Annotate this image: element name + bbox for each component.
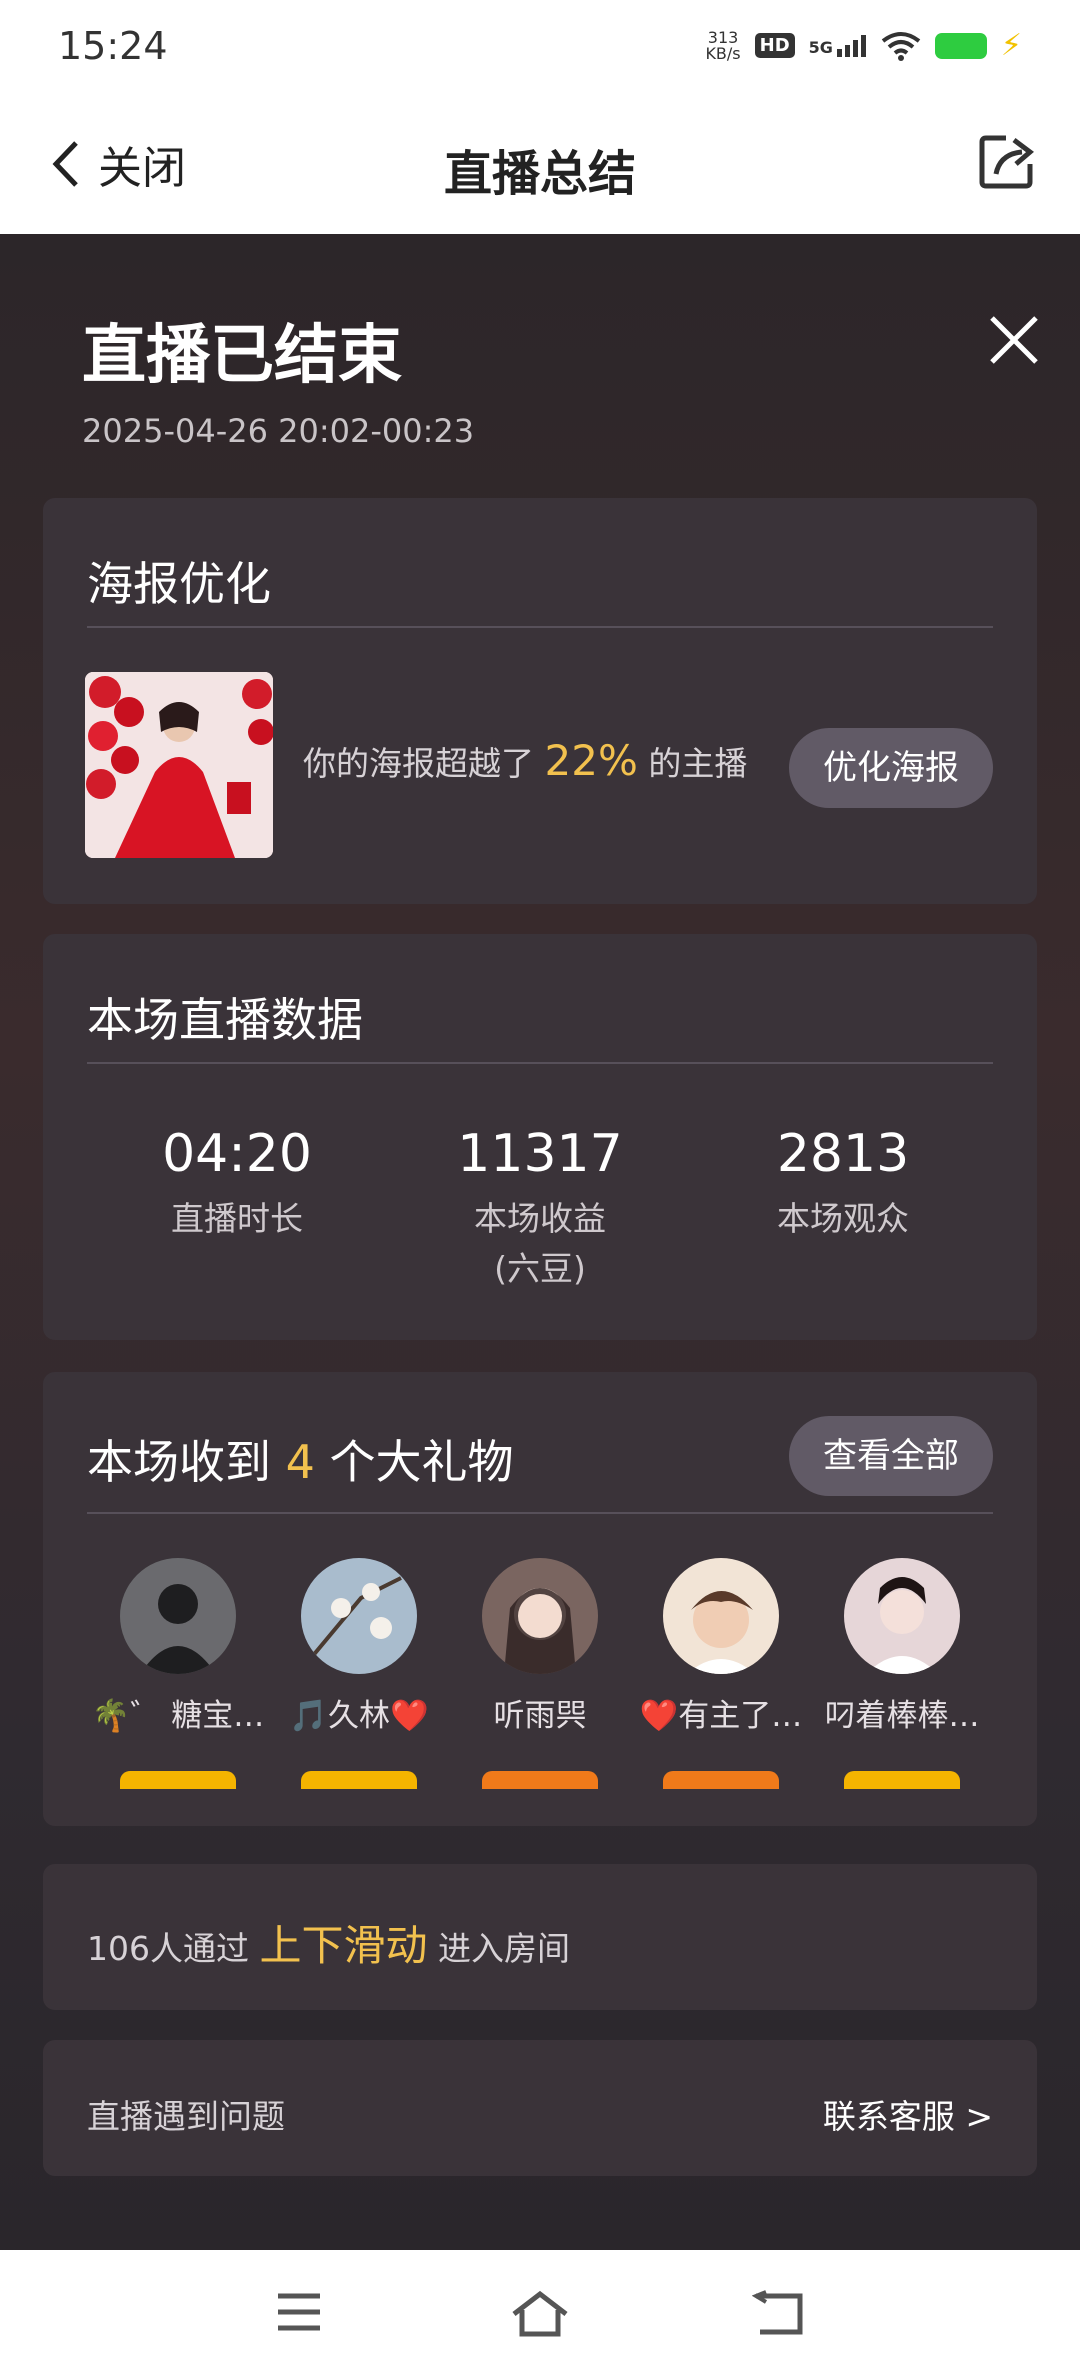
poster-image <box>85 672 273 858</box>
gift-user[interactable]: 🎵久林❤️ <box>269 1558 449 1789</box>
gift-user[interactable]: 叼着棒棒… <box>812 1558 992 1789</box>
divider <box>87 1512 993 1514</box>
level-badge <box>482 1771 598 1789</box>
stat-duration: 04:20 直播时长 <box>162 1124 312 1238</box>
gift-user-name: ❤️有主了… <box>639 1698 803 1734</box>
poster-card: 海报优化 你的海报超越了 22% 的主播 优化海报 <box>43 498 1037 904</box>
live-stats-card: 本场直播数据 04:20 直播时长 11317 本场收益 (六豆) 2813 本… <box>43 934 1037 1340</box>
divider <box>87 1062 993 1064</box>
level-badge <box>663 1771 779 1789</box>
big-gifts-card: 本场收到 4 个大礼物 查看全部 🌴゛ 糖宝… 🎵久林❤️ 听雨巺 ❤️有主了…… <box>43 1372 1037 1826</box>
live-stats-title: 本场直播数据 <box>87 993 363 1047</box>
hd-icon: HD <box>754 33 795 58</box>
summary-content: 直播已结束 2025-04-26 20:02-00:23 海报优化 你的海报超越… <box>0 234 1080 2250</box>
share-button[interactable] <box>976 132 1036 196</box>
status-time: 15:24 <box>58 24 168 68</box>
back-icon <box>751 2290 803 2335</box>
battery-icon <box>934 32 987 59</box>
share-icon <box>979 135 1034 189</box>
close-button[interactable] <box>988 314 1040 370</box>
avatar <box>301 1558 417 1674</box>
signal-icon: 5G <box>809 34 867 57</box>
level-badge <box>301 1771 417 1789</box>
live-time-range: 2025-04-26 20:02-00:23 <box>82 412 475 450</box>
menu-button[interactable] <box>274 2290 324 2338</box>
avatar <box>482 1558 598 1674</box>
live-ended-title: 直播已结束 <box>82 319 402 393</box>
gift-user-name: 听雨巺 <box>493 1698 587 1734</box>
gift-user[interactable]: 听雨巺 <box>450 1558 630 1789</box>
close-icon <box>990 316 1038 364</box>
stat-revenue: 11317 本场收益 (六豆) <box>457 1124 623 1288</box>
wifi-icon <box>881 31 921 61</box>
gift-user-name: 🌴゛ 糖宝… <box>91 1698 265 1734</box>
back-button[interactable] <box>751 2290 806 2342</box>
status-icons: 313 KB/s HD 5G ⚡ <box>705 28 1022 63</box>
divider <box>87 626 993 628</box>
poster-card-title: 海报优化 <box>87 557 271 611</box>
system-nav-bar <box>0 2250 1080 2376</box>
slide-entry-card: 106人通过 上下滑动 进入房间 <box>43 1864 1037 2010</box>
menu-icon <box>278 2293 320 2331</box>
live-issue-card: 直播遇到问题 联系客服 > <box>43 2040 1037 2176</box>
avatar <box>844 1558 960 1674</box>
home-button[interactable] <box>510 2290 570 2342</box>
optimize-poster-button[interactable]: 优化海报 <box>789 728 993 808</box>
gift-user[interactable]: 🌴゛ 糖宝… <box>88 1558 268 1789</box>
level-badge <box>844 1771 960 1789</box>
nav-bar: 关闭 直播总结 <box>0 96 1080 235</box>
poster-percent: 22% <box>544 736 638 785</box>
level-badge <box>120 1771 236 1789</box>
slide-entry-text: 106人通过 上下滑动 进入房间 <box>87 1921 571 1970</box>
view-all-button[interactable]: 查看全部 <box>789 1416 993 1496</box>
gift-user-name: 🎵久林❤️ <box>289 1698 429 1734</box>
live-issue-text: 直播遇到问题 <box>87 2097 285 2136</box>
home-icon <box>512 2290 568 2337</box>
poster-thumbnail[interactable] <box>85 672 273 858</box>
gift-user[interactable]: ❤️有主了… <box>631 1558 811 1789</box>
charging-icon: ⚡ <box>1000 28 1022 63</box>
network-speed: 313 KB/s <box>705 27 741 63</box>
big-gifts-title: 本场收到 4 个大礼物 <box>87 1435 514 1489</box>
status-bar: 15:24 313 KB/s HD 5G ⚡ <box>0 0 1080 96</box>
avatar <box>120 1558 236 1674</box>
avatar <box>663 1558 779 1674</box>
contact-support-link[interactable]: 联系客服 > <box>823 2090 993 2138</box>
poster-rank-text: 你的海报超越了 22% 的主播 <box>303 736 748 785</box>
gift-user-name: 叼着棒棒… <box>824 1698 980 1734</box>
stat-viewers: 2813 本场观众 <box>776 1124 910 1238</box>
page-title: 直播总结 <box>443 146 636 202</box>
